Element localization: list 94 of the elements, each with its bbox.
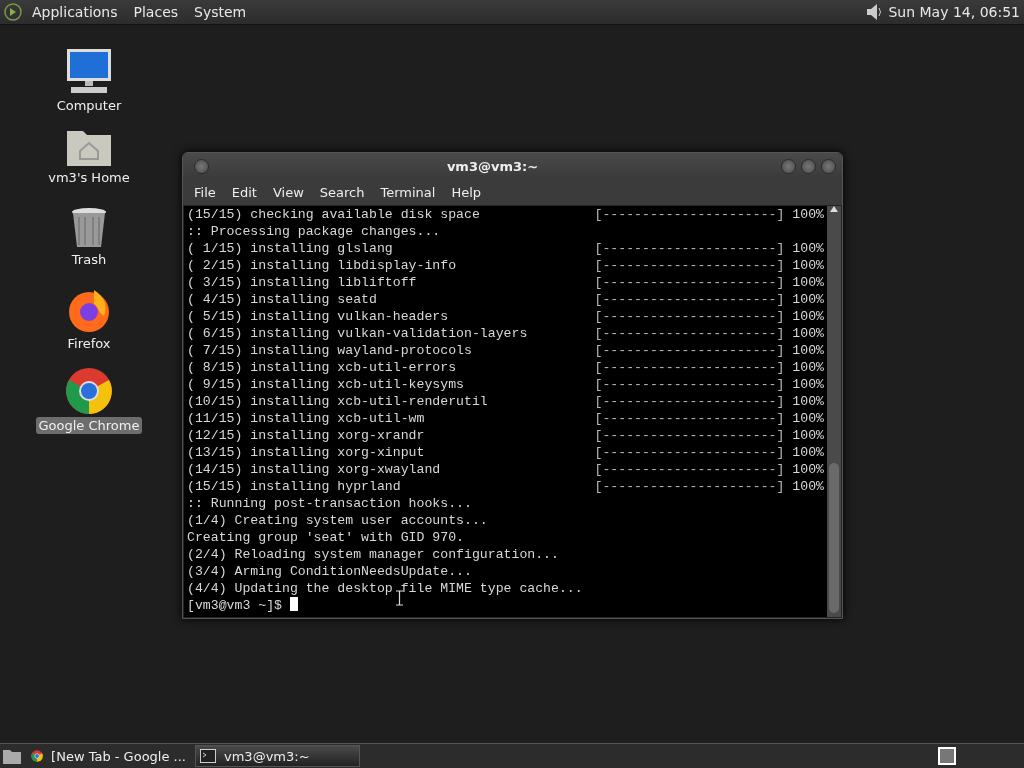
scrollbar-thumb[interactable]: [829, 463, 839, 613]
progress-bar-text: [----------------------]: [594, 291, 785, 308]
progress-bar-text: [----------------------]: [594, 308, 785, 325]
menu-item[interactable]: File: [187, 184, 223, 200]
terminal-line: ( 5/15) installing vulkan-headers: [187, 308, 449, 325]
terminal-line: (4/4) Updating the desktop file MIME type cache...: [187, 580, 583, 597]
progress-bar-text: [----------------------]: [594, 376, 785, 393]
panel-menu[interactable]: Applications: [26, 4, 124, 20]
progress-bar-text: [----------------------]: [594, 359, 785, 376]
progress-bar-text: [----------------------]: [594, 393, 785, 410]
terminal-line: ( 4/15) installing seatd: [187, 291, 377, 308]
i-beam-cursor-icon: [395, 590, 403, 606]
desktop-icon-label[interactable]: Trash: [68, 251, 110, 268]
progress-percent: 100%: [792, 291, 824, 308]
progress-percent: 100%: [792, 393, 824, 410]
progress-percent: 100%: [792, 325, 824, 342]
maximize-button[interactable]: [801, 158, 816, 174]
progress-bar-text: [----------------------]: [594, 410, 785, 427]
menu-item[interactable]: Terminal: [373, 184, 443, 200]
chrome-icon: [31, 748, 44, 764]
terminal-line: ( 6/15) installing vulkan-validation-layers: [187, 325, 528, 342]
trash-icon: [70, 207, 108, 249]
terminal-line: ( 7/15) installing wayland-protocols: [187, 342, 472, 359]
terminal-line: (14/15) installing xorg-xwayland: [187, 461, 441, 478]
window-title: vm3@vm3:~: [445, 158, 540, 174]
terminal-line: (2/4) Reloading system manager configuration...: [187, 546, 559, 563]
progress-percent: 100%: [792, 461, 824, 478]
terminal-icon: [200, 749, 216, 763]
terminal-line: (3/4) Arming ConditionNeedsUpdate...: [187, 563, 472, 580]
desktop-icon-label[interactable]: Computer: [53, 97, 125, 114]
progress-percent: 100%: [792, 274, 824, 291]
terminal-line: (15/15) checking available disk space: [187, 206, 480, 223]
workspace-switcher[interactable]: [938, 747, 956, 765]
progress-percent: 100%: [792, 376, 824, 393]
terminal-line: Creating group 'seat' with GID 970.: [187, 529, 464, 546]
desktop-icon-label[interactable]: Google Chrome: [35, 417, 143, 434]
terminal-line: (12/15) installing xorg-xrandr: [187, 427, 425, 444]
progress-bar-text: [----------------------]: [594, 274, 785, 291]
task-label: vm3@vm3:~: [224, 748, 310, 764]
terminal-line: ( 1/15) installing glslang: [187, 240, 393, 257]
menu-item[interactable]: View: [265, 184, 311, 200]
progress-bar-text: [----------------------]: [594, 206, 785, 223]
terminal-line: :: Running post-transaction hooks...: [187, 495, 472, 512]
progress-percent: 100%: [792, 444, 824, 461]
firefox-icon: [66, 287, 112, 333]
progress-bar-text: [----------------------]: [594, 427, 785, 444]
text-cursor: [289, 597, 298, 611]
terminal-line: :: Processing package changes...: [187, 223, 441, 240]
chrome-icon: [65, 367, 113, 415]
scroll-up-icon[interactable]: [830, 206, 838, 212]
terminal-line: ( 3/15) installing libliftoff: [187, 274, 417, 291]
terminal-line: ( 8/15) installing xcb-util-errors: [187, 359, 457, 376]
terminal-line: ( 9/15) installing xcb-util-keysyms: [187, 376, 464, 393]
computer-icon: [65, 47, 113, 95]
panel-menu[interactable]: Places: [127, 4, 185, 20]
progress-bar-text: [----------------------]: [594, 325, 785, 342]
progress-bar-text: [----------------------]: [594, 240, 785, 257]
scrollbar[interactable]: [827, 206, 841, 617]
shell-prompt: [vm3@vm3 ~]$: [187, 597, 282, 614]
desktop-icon-label[interactable]: vm3's Home: [45, 169, 133, 186]
progress-percent: 100%: [792, 240, 824, 257]
terminal-line: (11/15) installing xcb-util-wm: [187, 410, 425, 427]
progress-bar-text: [----------------------]: [594, 257, 785, 274]
distro-logo-icon: [4, 3, 22, 21]
window-menu-button[interactable]: [194, 158, 209, 174]
terminal-line: (13/15) installing xorg-xinput: [187, 444, 425, 461]
folder-icon[interactable]: [2, 747, 22, 765]
terminal-line: ( 2/15) installing libdisplay-info: [187, 257, 457, 274]
progress-bar-text: [----------------------]: [594, 444, 785, 461]
task-label: [New Tab - Google ...: [51, 748, 186, 764]
menu-item[interactable]: Help: [444, 184, 489, 200]
close-button[interactable]: [821, 158, 836, 174]
clock[interactable]: Sun May 14, 06:51: [888, 4, 1020, 20]
progress-percent: 100%: [792, 342, 824, 359]
progress-percent: 100%: [792, 308, 824, 325]
minimize-button[interactable]: [781, 158, 796, 174]
progress-bar-text: [----------------------]: [594, 461, 785, 478]
menu-item[interactable]: Edit: [224, 184, 264, 200]
terminal-line: (15/15) installing hyprland: [187, 478, 401, 495]
progress-percent: 100%: [792, 427, 824, 444]
progress-bar-text: [----------------------]: [594, 342, 785, 359]
terminal-line: (10/15) installing xcb-util-renderutil: [187, 393, 488, 410]
progress-bar-text: [----------------------]: [594, 478, 785, 495]
progress-percent: 100%: [792, 206, 824, 223]
progress-percent: 100%: [792, 257, 824, 274]
terminal-line: (1/4) Creating system user accounts...: [187, 512, 488, 529]
progress-percent: 100%: [792, 359, 824, 376]
taskbar-task[interactable]: vm3@vm3:~: [195, 745, 360, 767]
menu-item[interactable]: Search: [312, 184, 372, 200]
progress-percent: 100%: [792, 410, 824, 427]
desktop-icon-label[interactable]: Firefox: [64, 335, 114, 352]
panel-menu[interactable]: System: [188, 4, 253, 20]
progress-percent: 100%: [792, 478, 824, 495]
taskbar-task[interactable]: [New Tab - Google ...: [26, 745, 191, 767]
